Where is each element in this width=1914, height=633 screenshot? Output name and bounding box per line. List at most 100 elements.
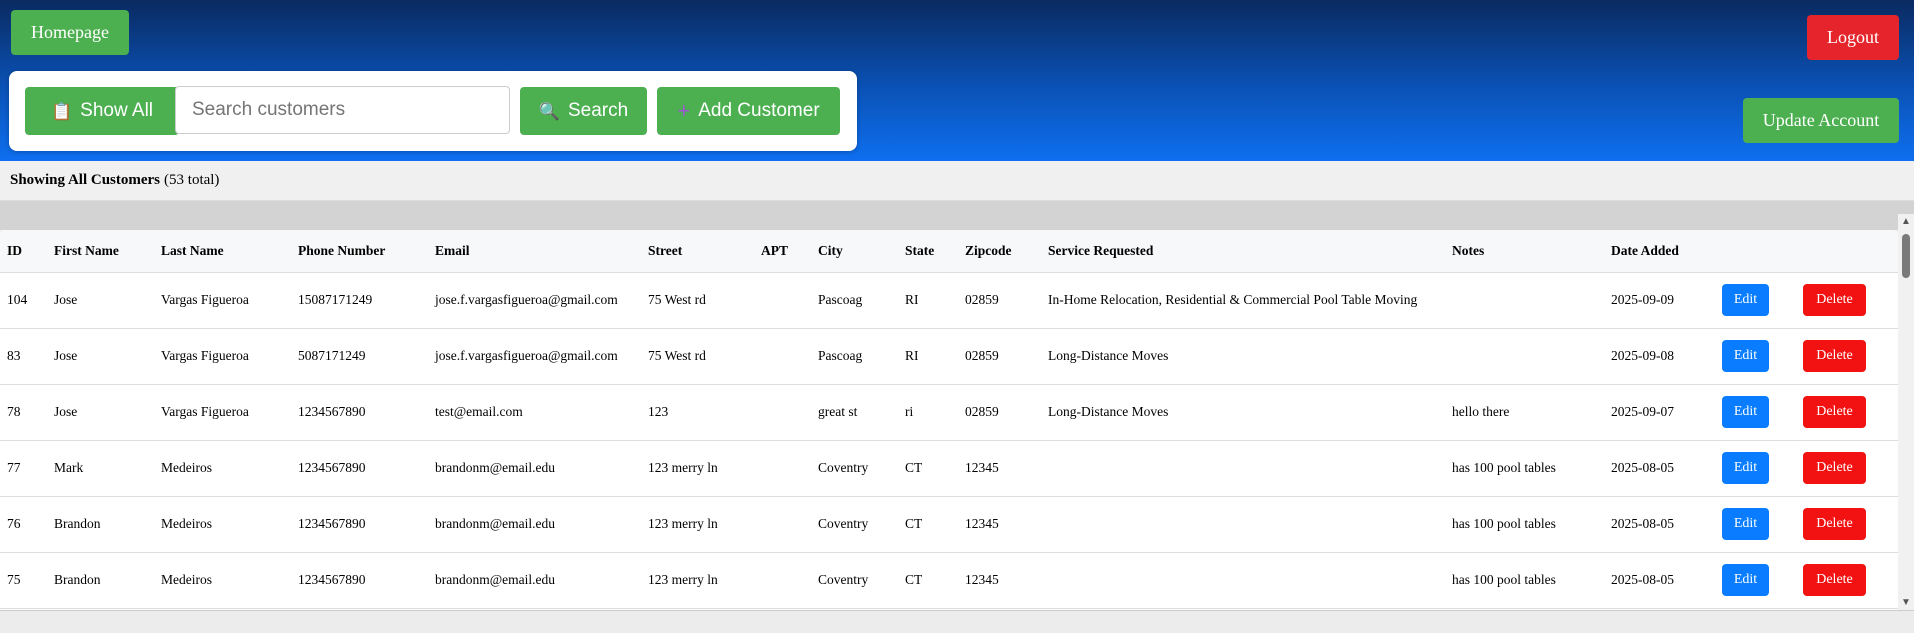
- cell-delete: Delete: [1796, 496, 1898, 553]
- homepage-button[interactable]: Homepage: [11, 10, 129, 55]
- cell-zipcode: 02859: [958, 328, 1041, 385]
- cell-date-added: 2025-09-09: [1604, 272, 1715, 329]
- scroll-thumb[interactable]: [1902, 234, 1910, 278]
- cell-city: Coventry: [811, 440, 898, 497]
- cell-first-name: Mark: [47, 440, 154, 497]
- edit-button[interactable]: Edit: [1722, 340, 1769, 372]
- col-date-added: Date Added: [1604, 230, 1715, 273]
- cell-first-name: Brandon: [47, 496, 154, 553]
- cell-state: RI: [898, 272, 958, 329]
- cell-service: [1041, 496, 1445, 553]
- cell-first-name: Jose: [47, 328, 154, 385]
- cell-state: CT: [898, 440, 958, 497]
- col-email: Email: [428, 230, 641, 273]
- cell-notes: [1445, 272, 1604, 329]
- table-row: 104 Jose Vargas Figueroa 15087171249 jose.f.…: [0, 272, 1898, 329]
- cell-id: 104: [0, 272, 47, 329]
- col-notes: Notes: [1445, 230, 1604, 273]
- col-apt: APT: [754, 230, 811, 273]
- show-all-button[interactable]: 📋 Show All: [25, 87, 179, 135]
- edit-button[interactable]: Edit: [1722, 284, 1769, 316]
- cell-service: Long-Distance Moves: [1041, 328, 1445, 385]
- edit-button[interactable]: Edit: [1722, 452, 1769, 484]
- clipboard-icon: 📋: [50, 101, 73, 121]
- cell-delete: Delete: [1796, 440, 1898, 497]
- cell-delete: Delete: [1796, 552, 1898, 609]
- edit-button[interactable]: Edit: [1722, 508, 1769, 540]
- cell-apt: [754, 272, 811, 329]
- magnifier-icon: 🔍: [538, 101, 560, 121]
- cell-street: 123: [641, 384, 754, 441]
- table-row: 76 Brandon Medeiros 1234567890 brandonm@emai…: [0, 496, 1898, 553]
- cell-apt: [754, 552, 811, 609]
- cell-phone: 1234567890: [291, 496, 428, 553]
- summary-count: (53 total): [164, 172, 220, 188]
- cell-delete: Delete: [1796, 272, 1898, 329]
- search-toolbar: 📋 Show All 🔍 Search + Add Customer: [9, 71, 857, 151]
- col-zipcode: Zipcode: [958, 230, 1041, 273]
- table-scrollbar[interactable]: ▲ ▼: [1898, 214, 1914, 610]
- delete-button[interactable]: Delete: [1803, 452, 1866, 484]
- cell-notes: hello there: [1445, 384, 1604, 441]
- cell-zipcode: 12345: [958, 440, 1041, 497]
- cell-city: great st: [811, 384, 898, 441]
- col-id: ID: [0, 230, 47, 273]
- logout-button[interactable]: Logout: [1807, 15, 1899, 60]
- cell-delete: Delete: [1796, 384, 1898, 441]
- edit-button[interactable]: Edit: [1722, 396, 1769, 428]
- plus-icon: +: [677, 98, 691, 123]
- cell-apt: [754, 496, 811, 553]
- cell-street: 123 merry ln: [641, 552, 754, 609]
- cell-date-added: 2025-08-05: [1604, 552, 1715, 609]
- scroll-down-arrow-icon[interactable]: ▼: [1901, 597, 1911, 608]
- table-header-row: ID First Name Last Name Phone Number Ema…: [0, 230, 1898, 273]
- cell-date-added: 2025-09-08: [1604, 328, 1715, 385]
- edit-button[interactable]: Edit: [1722, 564, 1769, 596]
- cell-first-name: Jose: [47, 272, 154, 329]
- col-state: State: [898, 230, 958, 273]
- cell-edit: Edit: [1715, 328, 1796, 385]
- cell-id: 76: [0, 496, 47, 553]
- table-row: 83 Jose Vargas Figueroa 5087171249 jose.f.va…: [0, 328, 1898, 385]
- add-customer-button[interactable]: + Add Customer: [657, 87, 840, 135]
- page-header: Homepage Logout Update Account 📋 Show Al…: [0, 0, 1914, 161]
- cell-email: brandonm@email.edu: [428, 440, 641, 497]
- col-service: Service Requested: [1041, 230, 1445, 273]
- scroll-up-arrow-icon[interactable]: ▲: [1901, 216, 1911, 227]
- cell-email: brandonm@email.edu: [428, 496, 641, 553]
- delete-button[interactable]: Delete: [1803, 564, 1866, 596]
- search-button[interactable]: 🔍 Search: [520, 87, 647, 135]
- cell-last-name: Vargas Figueroa: [154, 384, 291, 441]
- cell-apt: [754, 440, 811, 497]
- cell-state: RI: [898, 328, 958, 385]
- table-row: 75 Brandon Medeiros 1234567890 brandonm@emai…: [0, 552, 1898, 609]
- search-label: Search: [567, 100, 629, 121]
- col-city: City: [811, 230, 898, 273]
- show-all-label: Show All: [80, 100, 154, 121]
- customers-table: ID First Name Last Name Phone Number Ema…: [0, 230, 1898, 609]
- cell-city: Pascoag: [811, 272, 898, 329]
- delete-button[interactable]: Delete: [1803, 340, 1866, 372]
- cell-date-added: 2025-09-07: [1604, 384, 1715, 441]
- cell-date-added: 2025-08-05: [1604, 496, 1715, 553]
- horizontal-scrollbar[interactable]: [0, 610, 1914, 633]
- delete-button[interactable]: Delete: [1803, 396, 1866, 428]
- update-account-button[interactable]: Update Account: [1743, 98, 1899, 143]
- cell-date-added: 2025-08-05: [1604, 440, 1715, 497]
- col-street: Street: [641, 230, 754, 273]
- cell-notes: [1445, 328, 1604, 385]
- cell-id: 77: [0, 440, 47, 497]
- cell-city: Coventry: [811, 552, 898, 609]
- cell-zipcode: 02859: [958, 384, 1041, 441]
- cell-phone: 1234567890: [291, 384, 428, 441]
- col-phone: Phone Number: [291, 230, 428, 273]
- cell-edit: Edit: [1715, 552, 1796, 609]
- cell-id: 83: [0, 328, 47, 385]
- cell-phone: 15087171249: [291, 272, 428, 329]
- cell-state: CT: [898, 552, 958, 609]
- cell-street: 75 West rd: [641, 328, 754, 385]
- cell-id: 78: [0, 384, 47, 441]
- delete-button[interactable]: Delete: [1803, 508, 1866, 540]
- search-input[interactable]: [175, 86, 510, 134]
- delete-button[interactable]: Delete: [1803, 284, 1866, 316]
